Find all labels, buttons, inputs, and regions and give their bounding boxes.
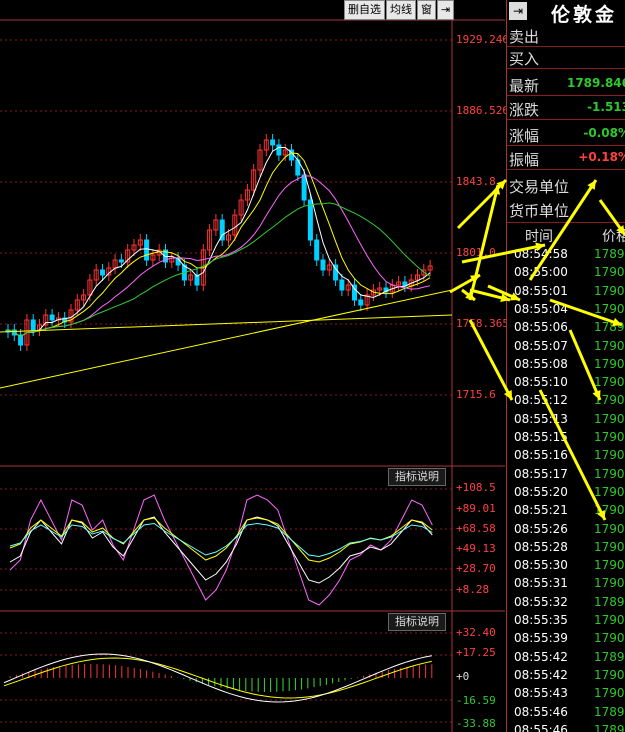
annotation-arrow <box>549 298 623 327</box>
annotation-arrow <box>468 319 514 401</box>
annotation-arrows <box>449 178 625 521</box>
annotation-arrow <box>461 242 546 264</box>
annotation-arrow <box>528 179 598 281</box>
annotation-arrow <box>538 389 607 521</box>
annotation-arrow <box>598 199 625 236</box>
trading-app: 删自选 均线 窗 ⇥ 1929.246 1886.526 1843.8 1801… <box>0 0 625 732</box>
annotation-arrow <box>568 329 602 401</box>
